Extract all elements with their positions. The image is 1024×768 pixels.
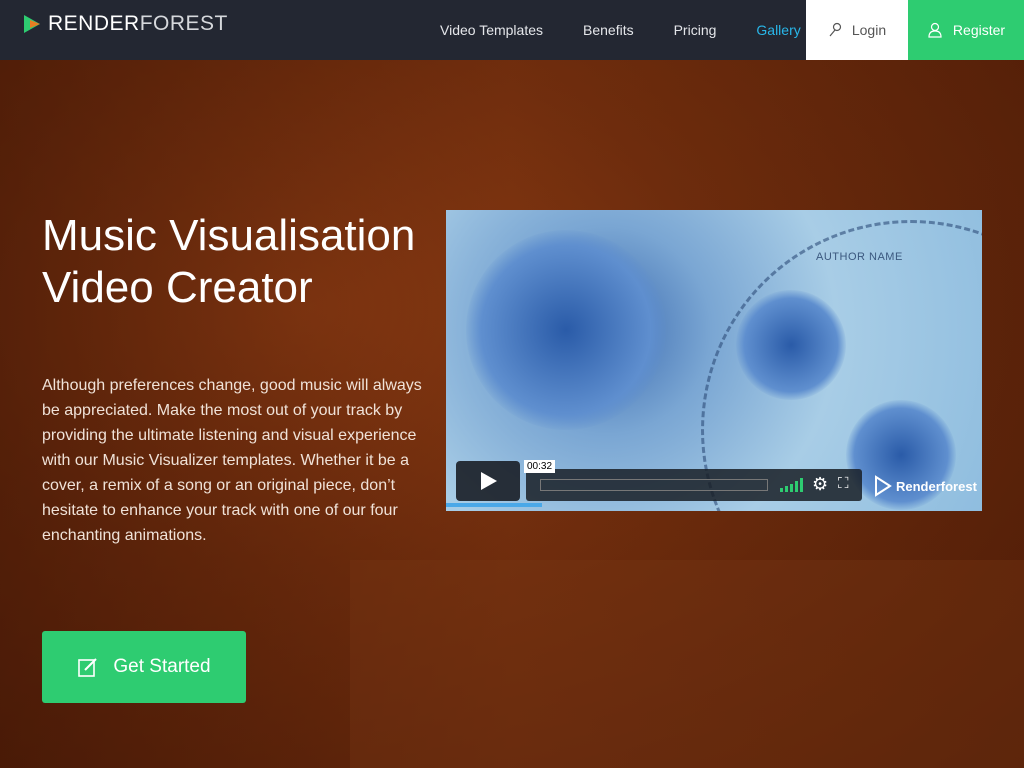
fullscreen-icon[interactable]: ⛶ bbox=[838, 475, 849, 492]
register-label: Register bbox=[952, 22, 1006, 38]
key-icon bbox=[829, 22, 841, 37]
seek-tooltip: 00:32 bbox=[524, 460, 556, 473]
logo-play-icon bbox=[24, 15, 40, 33]
volume-control[interactable] bbox=[780, 478, 803, 492]
nav-benefits[interactable]: Benefits bbox=[563, 22, 654, 38]
background-desk bbox=[350, 560, 1024, 768]
logo-text-light: FOREST bbox=[139, 12, 228, 35]
top-nav: RENDERFOREST Video Templates Benefits Pr… bbox=[0, 0, 1024, 60]
title-line-2: Video Creator bbox=[42, 263, 313, 312]
play-icon bbox=[481, 472, 497, 490]
nav-video-templates[interactable]: Video Templates bbox=[420, 22, 563, 38]
video-player[interactable]: AUTHOR NAME ⚙ ⛶ 00:32 Renderforest bbox=[446, 210, 982, 511]
video-brand-watermark[interactable]: Renderforest bbox=[874, 475, 977, 497]
edit-icon bbox=[78, 658, 98, 677]
get-started-button[interactable]: Get Started bbox=[42, 631, 246, 703]
logo-text-bold: RENDER bbox=[48, 12, 140, 35]
hero-description: Although preferences change, good music … bbox=[42, 377, 422, 544]
title-line-1: Music Visualisation bbox=[42, 211, 416, 260]
progress-bar bbox=[446, 503, 542, 507]
page-title: Music Visualisation Video Creator bbox=[42, 210, 442, 314]
user-icon bbox=[928, 22, 942, 38]
get-started-label: Get Started bbox=[113, 656, 211, 677]
seek-bar[interactable] bbox=[540, 479, 768, 491]
logo[interactable]: RENDERFOREST bbox=[22, 12, 228, 36]
video-frame-flower bbox=[466, 230, 666, 430]
video-controls: ⚙ ⛶ bbox=[526, 469, 862, 501]
settings-icon[interactable]: ⚙ bbox=[812, 474, 828, 495]
nav-pricing[interactable]: Pricing bbox=[654, 22, 737, 38]
login-button[interactable]: Login bbox=[806, 0, 908, 60]
brand-play-icon bbox=[875, 475, 892, 497]
play-button[interactable] bbox=[456, 461, 520, 501]
video-author-name: AUTHOR NAME bbox=[816, 251, 903, 263]
register-button[interactable]: Register bbox=[908, 0, 1024, 60]
main-nav: Video Templates Benefits Pricing Gallery bbox=[420, 0, 821, 60]
brand-label: Renderforest bbox=[896, 478, 977, 494]
login-label: Login bbox=[851, 22, 887, 38]
visualizer-ring bbox=[701, 220, 982, 511]
